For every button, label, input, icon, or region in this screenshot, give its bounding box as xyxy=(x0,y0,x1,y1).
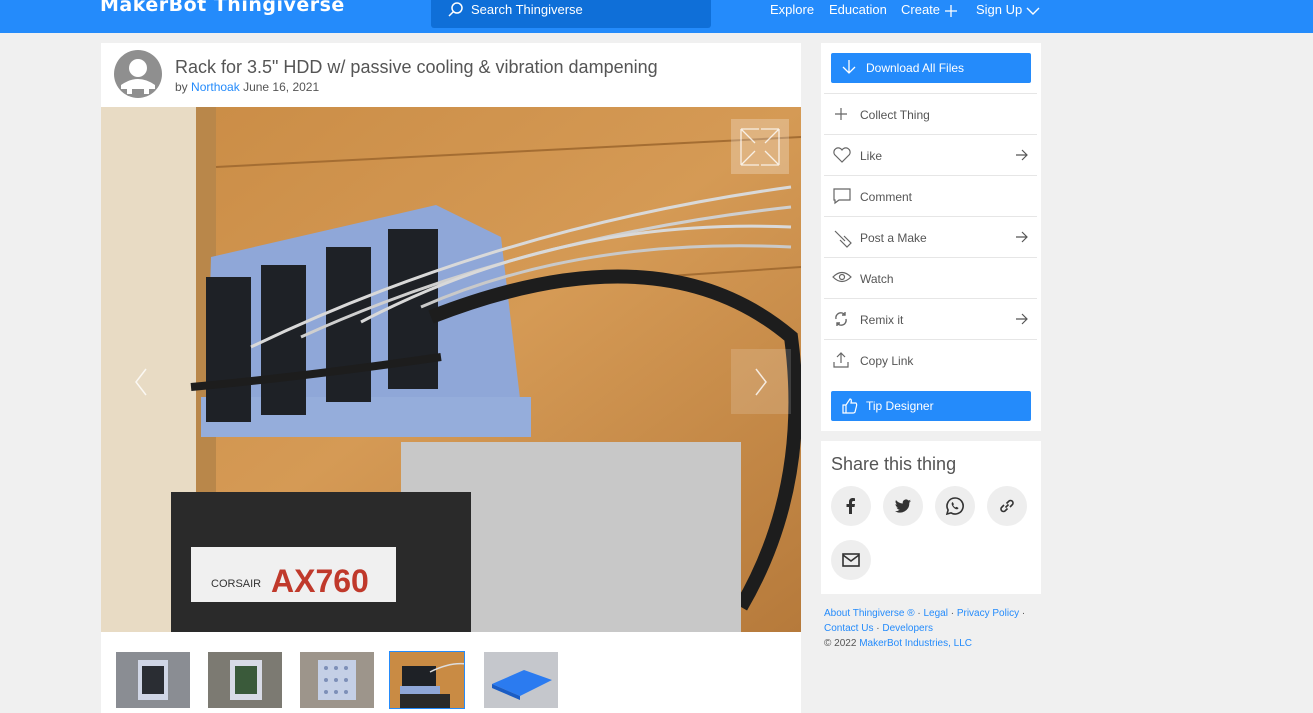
share-email-button[interactable] xyxy=(831,540,871,580)
action-collect-label: Collect Thing xyxy=(860,108,930,122)
footer: About Thingiverse ® · Legal · Privacy Po… xyxy=(824,608,1026,649)
footer-contact-link[interactable]: Contact Us xyxy=(824,623,873,634)
svg-text:AX760: AX760 xyxy=(271,563,369,599)
thumbnail-1[interactable] xyxy=(116,652,190,708)
byline: by Northoak June 16, 2021 xyxy=(175,80,319,94)
arrow-right-icon xyxy=(1015,312,1029,329)
nav-signup[interactable]: Sign Up xyxy=(976,2,1040,17)
byline-by: by xyxy=(175,80,188,94)
remix-icon xyxy=(832,310,850,331)
heart-icon xyxy=(832,146,852,167)
thumbs-up-icon xyxy=(841,397,859,418)
eye-icon xyxy=(832,269,852,288)
action-watch-label: Watch xyxy=(860,272,894,286)
thumbnail-3[interactable] xyxy=(300,652,374,708)
mail-icon xyxy=(842,553,860,567)
footer-about-link[interactable]: About Thingiverse ® xyxy=(824,608,915,619)
footer-company-link[interactable]: MakerBot Industries, LLC xyxy=(859,638,972,649)
nav-create[interactable]: Create xyxy=(901,2,958,18)
plus-icon xyxy=(832,105,850,126)
thumbnail-5[interactable] xyxy=(484,652,558,708)
whatsapp-icon xyxy=(945,497,964,516)
share-title: Share this thing xyxy=(831,454,957,474)
tip-designer-label: Tip Designer xyxy=(866,399,934,413)
search-placeholder: Search Thingiverse xyxy=(471,2,583,17)
share-whatsapp-button[interactable] xyxy=(935,486,975,526)
download-all-label: Download All Files xyxy=(866,61,965,75)
footer-copyright: © 2022 xyxy=(824,638,857,649)
publish-date: June 16, 2021 xyxy=(243,80,320,94)
action-panel: Download All Files Collect Thing Like Co… xyxy=(821,43,1041,431)
post-make-icon xyxy=(832,228,852,251)
top-nav-bar: MakerBot Thingiverse Search Thingiverse … xyxy=(0,0,1313,33)
arrow-right-icon xyxy=(1015,148,1029,165)
download-all-button[interactable]: Download All Files xyxy=(831,53,1031,83)
plus-icon xyxy=(944,4,957,17)
thumbnail-4-selected[interactable] xyxy=(389,651,465,709)
page-title: Rack for 3.5" HDD w/ passive cooling & v… xyxy=(175,57,658,77)
author-link[interactable]: Northoak xyxy=(191,80,240,94)
facebook-icon xyxy=(846,498,855,514)
action-copy-link-label: Copy Link xyxy=(860,354,914,368)
action-copy-link[interactable]: Copy Link xyxy=(824,339,1037,381)
action-watch[interactable]: Watch xyxy=(824,257,1037,299)
arrow-right-icon xyxy=(1015,230,1029,247)
tip-designer-button[interactable]: Tip Designer xyxy=(831,391,1031,421)
action-comment-label: Comment xyxy=(860,190,913,204)
thing-card: Rack for 3.5" HDD w/ passive cooling & v… xyxy=(101,43,801,713)
nav-explore[interactable]: Explore xyxy=(770,2,814,17)
main-photo[interactable]: CORSAIR AX760 xyxy=(101,107,801,632)
nav-signup-label: Sign Up xyxy=(976,2,1023,17)
action-like-label: Like xyxy=(860,149,883,163)
twitter-icon xyxy=(895,499,911,513)
action-remix[interactable]: Remix it xyxy=(824,298,1037,340)
share-facebook-button[interactable] xyxy=(831,486,871,526)
action-collect[interactable]: Collect Thing xyxy=(824,93,1037,135)
avatar[interactable] xyxy=(113,49,163,99)
share-twitter-button[interactable] xyxy=(883,486,923,526)
search-icon xyxy=(447,1,465,22)
comment-icon xyxy=(832,187,852,208)
action-remix-label: Remix it xyxy=(860,313,904,327)
chevron-down-icon xyxy=(1026,7,1040,15)
search-bar[interactable]: Search Thingiverse xyxy=(431,0,711,28)
nav-create-label: Create xyxy=(901,2,941,17)
footer-privacy-link[interactable]: Privacy Policy xyxy=(957,608,1019,619)
makerbot-logo[interactable]: MakerBot Thingiverse xyxy=(100,0,345,16)
action-post-make-label: Post a Make xyxy=(860,231,927,245)
action-post-make[interactable]: Post a Make xyxy=(824,216,1037,258)
thumbnail-2[interactable] xyxy=(208,652,282,708)
download-icon xyxy=(841,59,857,78)
svg-text:CORSAIR: CORSAIR xyxy=(211,578,261,590)
nav-education[interactable]: Education xyxy=(829,2,887,17)
footer-legal-link[interactable]: Legal xyxy=(923,608,947,619)
share-panel: Share this thing xyxy=(821,441,1041,594)
footer-developers-link[interactable]: Developers xyxy=(882,623,933,634)
link-icon xyxy=(1000,499,1014,513)
share-link-button[interactable] xyxy=(987,486,1027,526)
share-upload-icon xyxy=(832,351,850,372)
action-like[interactable]: Like xyxy=(824,134,1037,176)
action-comment[interactable]: Comment xyxy=(824,175,1037,217)
